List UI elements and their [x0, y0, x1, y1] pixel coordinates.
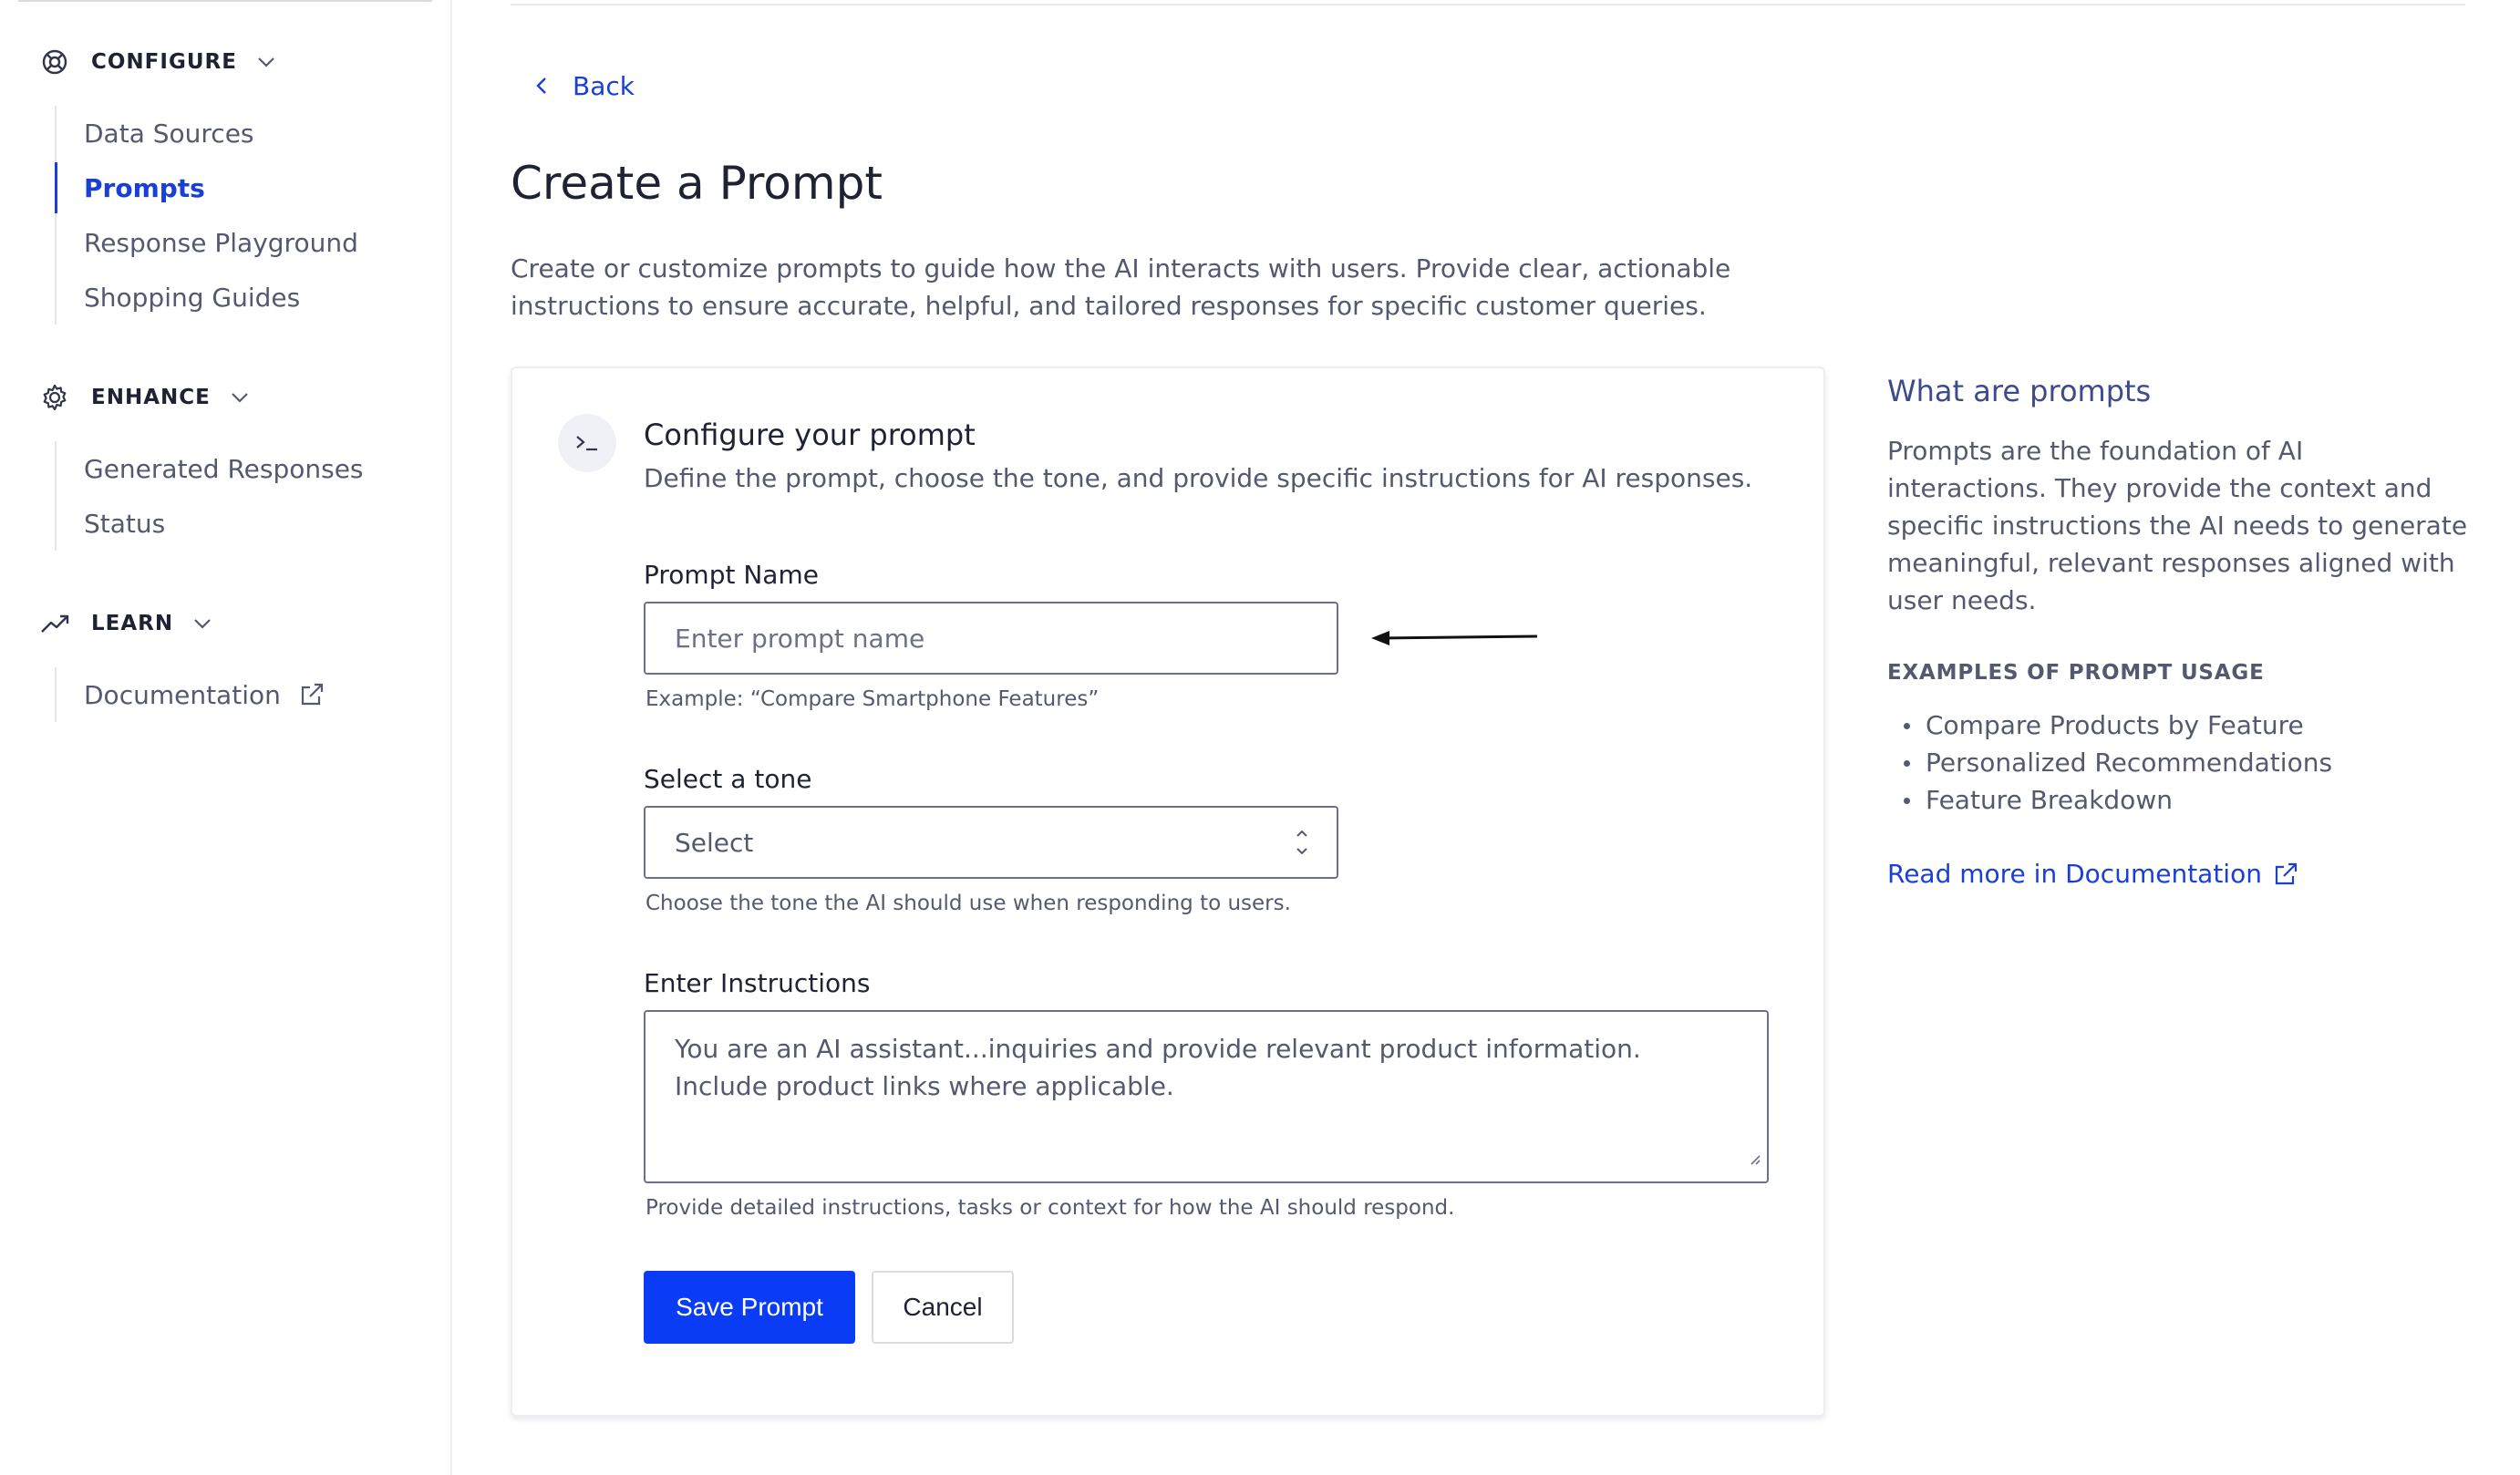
chevron-left-icon	[536, 77, 558, 95]
instructions-helper: Provide detailed instructions, tasks or …	[645, 1196, 1455, 1220]
tone-select-value: Select	[675, 827, 754, 858]
terminal-icon	[558, 414, 616, 472]
sidebar-item-label: Response Playground	[84, 227, 358, 258]
tone-helper: Choose the tone the AI should use when r…	[645, 892, 1291, 915]
page-description: Create or customize prompts to guide how…	[511, 253, 1731, 321]
sidebar-item-label: Status	[84, 508, 166, 539]
help-examples-heading: EXAMPLES OF PROMPT USAGE	[1887, 661, 2265, 685]
page-title: Create a Prompt	[511, 157, 883, 210]
help-title: What are prompts	[1887, 374, 2152, 408]
save-prompt-button[interactable]: Save Prompt	[644, 1271, 855, 1344]
sidebar-item-label: Shopping Guides	[84, 282, 301, 313]
sidebar-nav-configure: Data Sources Prompts Response Playground…	[55, 106, 358, 325]
sidebar: CONFIGURE Data Sources Prompts Response …	[0, 0, 452, 1475]
external-link-icon	[2273, 861, 2298, 887]
external-link-icon	[299, 682, 325, 707]
tone-label: Select a tone	[644, 764, 812, 794]
sidebar-item-data-sources[interactable]: Data Sources	[57, 106, 358, 160]
list-item: Compare Products by Feature	[1904, 707, 2471, 744]
prompt-config-card: Configure your prompt Define the prompt,…	[511, 366, 1825, 1417]
trending-up-icon	[40, 609, 69, 638]
help-body: Prompts are the foundation of AI interac…	[1887, 436, 2468, 615]
read-documentation-link[interactable]: Read more in Documentation	[1887, 859, 2471, 889]
list-item: Personalized Recommendations	[1904, 744, 2471, 781]
chevron-down-icon	[257, 52, 277, 72]
gear-icon	[40, 383, 69, 412]
sidebar-group-enhance[interactable]: ENHANCE	[40, 379, 251, 416]
annotation-arrow-icon	[1371, 631, 1538, 645]
lifebuoy-icon	[40, 47, 69, 77]
sidebar-item-status[interactable]: Status	[57, 496, 364, 551]
resize-handle-icon[interactable]	[1749, 1139, 1761, 1176]
list-item: Feature Breakdown	[1904, 781, 2471, 819]
instructions-textarea[interactable]: You are an AI assistant...inquiries and …	[644, 1010, 1769, 1183]
sidebar-item-label: Prompts	[84, 172, 205, 203]
sidebar-item-documentation[interactable]: Documentation	[57, 667, 325, 722]
sidebar-item-response-playground[interactable]: Response Playground	[57, 215, 358, 270]
sidebar-item-label: Generated Responses	[84, 453, 364, 484]
instructions-value: You are an AI assistant...inquiries and …	[675, 1034, 1641, 1101]
sidebar-nav-learn: Documentation	[55, 667, 325, 722]
prompt-name-input[interactable]	[675, 623, 1337, 654]
sidebar-top-divider	[18, 0, 432, 2]
tone-select[interactable]: Select	[644, 806, 1338, 879]
card-title: Configure your prompt	[644, 418, 976, 452]
sidebar-group-label: ENHANCE	[91, 386, 211, 409]
chevron-down-icon	[193, 614, 213, 634]
sidebar-item-generated-responses[interactable]: Generated Responses	[57, 441, 364, 496]
sidebar-item-prompts[interactable]: Prompts	[55, 160, 358, 215]
sidebar-group-label: CONFIGURE	[91, 50, 237, 74]
chevron-down-icon	[231, 387, 251, 407]
cancel-button[interactable]: Cancel	[872, 1271, 1014, 1344]
sidebar-nav-enhance: Generated Responses Status	[55, 441, 364, 551]
sidebar-group-label: LEARN	[91, 612, 174, 635]
chevron-up-down-icon	[1295, 827, 1313, 858]
help-panel: What are prompts Prompts are the foundat…	[1887, 366, 2471, 889]
sidebar-item-shopping-guides[interactable]: Shopping Guides	[57, 270, 358, 325]
sidebar-group-learn[interactable]: LEARN	[40, 605, 213, 642]
back-label: Back	[573, 70, 635, 101]
main-top-divider	[511, 4, 2465, 5]
sidebar-item-label: Data Sources	[84, 118, 254, 149]
help-link-label: Read more in Documentation	[1887, 859, 2262, 889]
back-link[interactable]: Back	[536, 67, 635, 104]
sidebar-item-label: Documentation	[84, 679, 281, 710]
prompt-name-label: Prompt Name	[644, 560, 819, 590]
card-subtitle: Define the prompt, choose the tone, and …	[644, 463, 1753, 493]
help-examples-list: Compare Products by Feature Personalized…	[1887, 707, 2471, 819]
instructions-label: Enter Instructions	[644, 968, 871, 998]
prompt-name-helper: Example: “Compare Smartphone Features”	[645, 687, 1100, 711]
sidebar-group-configure[interactable]: CONFIGURE	[40, 44, 277, 80]
app-root: CONFIGURE Data Sources Prompts Response …	[0, 0, 2520, 1475]
prompt-name-field	[644, 602, 1338, 675]
